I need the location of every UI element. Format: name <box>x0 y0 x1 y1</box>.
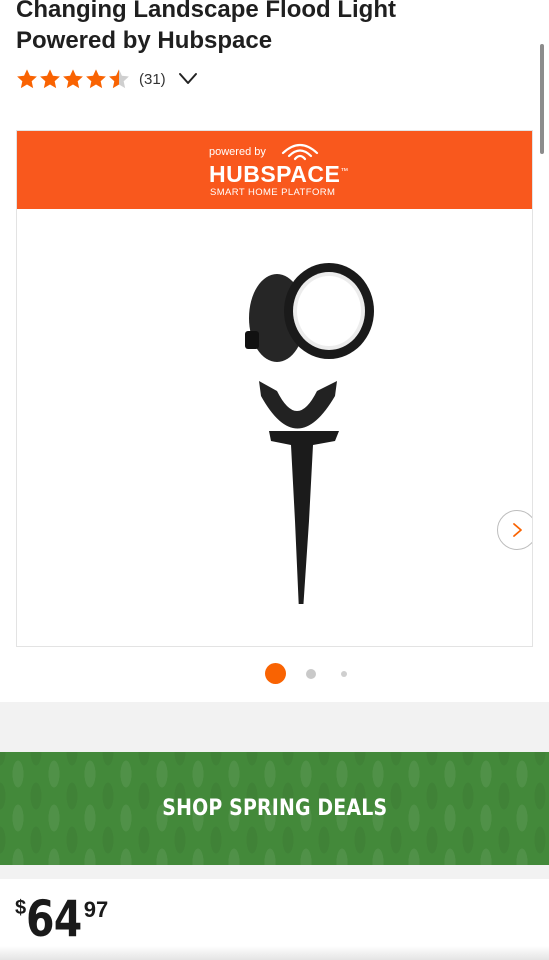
star-full-icon <box>40 69 60 89</box>
product-title: Changing Landscape Flood Light Powered b… <box>16 0 516 56</box>
product-title-line-2: Powered by Hubspace <box>16 27 273 54</box>
rating-summary[interactable]: (31) <box>16 66 198 92</box>
bottom-fade <box>0 946 549 960</box>
section-divider <box>0 865 549 879</box>
scrollbar[interactable] <box>540 44 544 154</box>
landscape-flood-light-image <box>245 263 374 604</box>
promo-banner[interactable]: SHOP SPRING DEALS <box>0 752 549 865</box>
star-full-icon <box>63 69 83 89</box>
price-dollars: 64 <box>26 890 82 948</box>
wifi-icon <box>281 143 319 161</box>
star-full-icon <box>17 69 37 89</box>
brand-tagline: SMART HOME PLATFORM <box>210 187 336 198</box>
star-rating <box>16 68 130 90</box>
pagination-dot-active[interactable] <box>265 663 286 684</box>
star-half-icon <box>109 69 129 89</box>
price-cents: 97 <box>83 897 109 922</box>
pagination-dot[interactable] <box>306 669 316 679</box>
brand-name-text: HUBSPACE <box>209 161 341 187</box>
pagination-dot[interactable] <box>341 671 347 677</box>
review-count[interactable]: (31) <box>139 71 166 88</box>
product-price: $ 64 97 <box>15 893 108 949</box>
next-image-button[interactable] <box>497 510 532 550</box>
chevron-right-icon <box>513 523 522 537</box>
promo-label: SHOP SPRING DEALS <box>162 796 387 821</box>
product-image-gallery[interactable]: powered by HUBSPACE™ SMART HOME PLATFORM <box>16 130 533 647</box>
trademark-symbol: ™ <box>340 166 349 176</box>
star-full-icon <box>86 69 106 89</box>
brand-name: HUBSPACE™ <box>209 161 349 188</box>
product-title-line-1: Changing Landscape Flood Light <box>16 0 396 23</box>
price-currency: $ <box>15 897 27 919</box>
section-divider <box>0 702 549 752</box>
hubspace-brand-banner: powered by HUBSPACE™ SMART HOME PLATFORM <box>17 131 532 209</box>
brand-powered-by: powered by <box>209 146 266 158</box>
chevron-down-icon[interactable] <box>178 72 198 86</box>
carousel-pagination <box>0 662 549 684</box>
